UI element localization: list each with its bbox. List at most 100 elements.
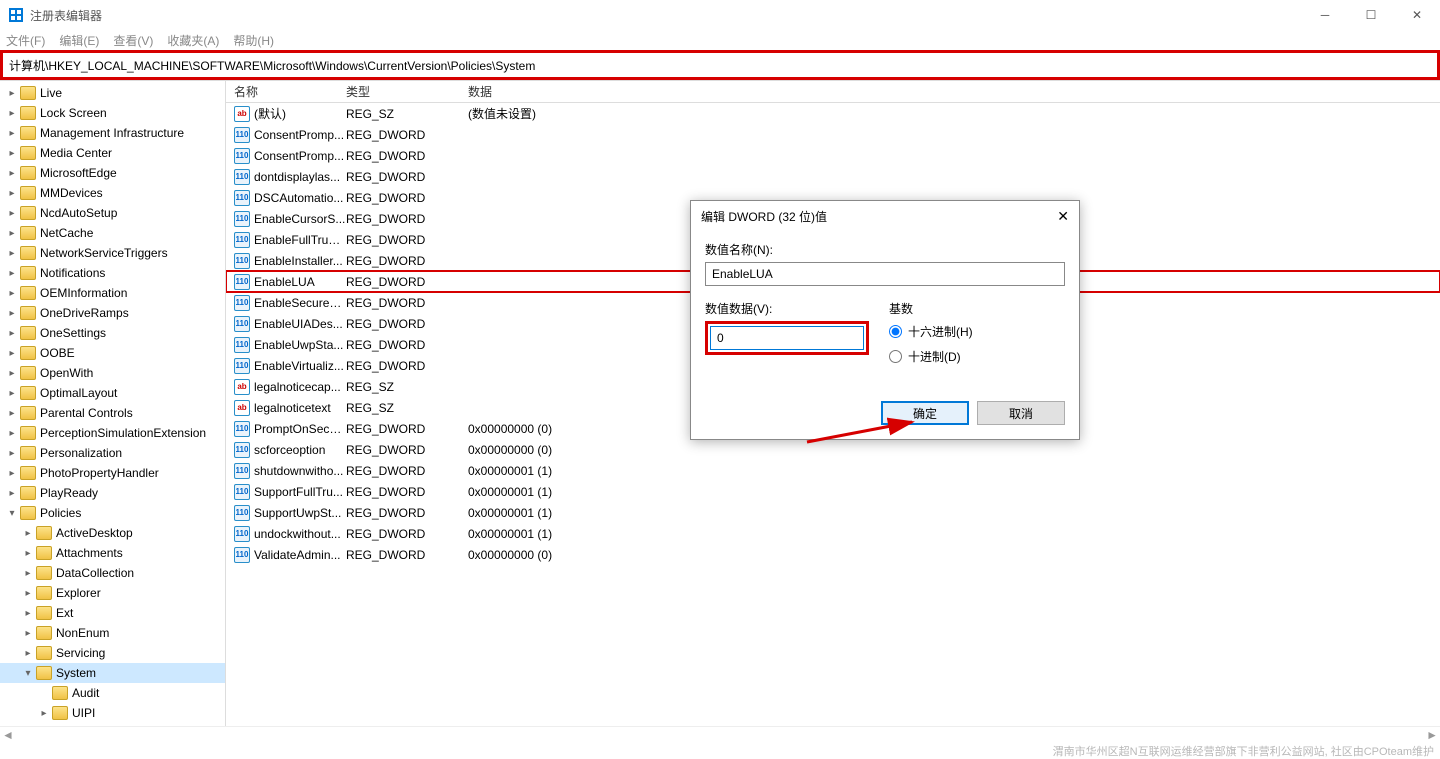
tree-item-networkservicetriggers[interactable]: ▸NetworkServiceTriggers <box>0 243 225 263</box>
chevron-icon[interactable]: ▸ <box>6 287 18 299</box>
chevron-icon[interactable]: ▸ <box>22 547 34 559</box>
chevron-icon[interactable]: ▸ <box>6 167 18 179</box>
chevron-icon[interactable]: ▸ <box>6 307 18 319</box>
close-button[interactable]: ✕ <box>1394 0 1440 30</box>
value-row[interactable]: 110ConsentPromp...REG_DWORD <box>226 124 1440 145</box>
tree-item-management-infrastructure[interactable]: ▸Management Infrastructure <box>0 123 225 143</box>
chevron-icon[interactable]: ▸ <box>6 107 18 119</box>
value-row[interactable]: 110ValidateAdmin...REG_DWORD0x00000000 (… <box>226 544 1440 565</box>
value-name-text: EnableSecureU... <box>254 296 346 310</box>
menu-view[interactable]: 查看(V) <box>113 32 153 49</box>
value-row[interactable]: 110ConsentPromp...REG_DWORD <box>226 145 1440 166</box>
tree-item-mmdevices[interactable]: ▸MMDevices <box>0 183 225 203</box>
value-row[interactable]: 110dontdisplaylas...REG_DWORD <box>226 166 1440 187</box>
tree-item-playready[interactable]: ▸PlayReady <box>0 483 225 503</box>
chevron-icon[interactable]: ▸ <box>6 347 18 359</box>
value-row[interactable]: 110SupportUwpSt...REG_DWORD0x00000001 (1… <box>226 502 1440 523</box>
tree-item-perceptionsimulationextension[interactable]: ▸PerceptionSimulationExtension <box>0 423 225 443</box>
chevron-icon[interactable]: ▸ <box>22 647 34 659</box>
tree-item-photopropertyhandler[interactable]: ▸PhotoPropertyHandler <box>0 463 225 483</box>
tree-item-ext[interactable]: ▸Ext <box>0 603 225 623</box>
tree-item-oeminformation[interactable]: ▸OEMInformation <box>0 283 225 303</box>
col-type[interactable]: 类型 <box>346 83 468 100</box>
chevron-icon[interactable]: ▸ <box>22 567 34 579</box>
value-row[interactable]: 110undockwithout...REG_DWORD0x00000001 (… <box>226 523 1440 544</box>
chevron-icon[interactable]: ▾ <box>6 507 18 519</box>
chevron-icon[interactable]: ▸ <box>22 607 34 619</box>
list-view[interactable]: 名称 类型 数据 ab(默认)REG_SZ(数值未设置)110ConsentPr… <box>226 81 1440 744</box>
value-data-cell: 0x00000001 (1) <box>468 464 1440 478</box>
tree-item-personalization[interactable]: ▸ Personalization <box>0 443 225 463</box>
tree-item-datacollection[interactable]: ▸DataCollection <box>0 563 225 583</box>
tree-item-audit[interactable]: Audit <box>0 683 225 703</box>
tree-item-uipi[interactable]: ▸UIPI <box>0 703 225 723</box>
value-row[interactable]: 110SupportFullTru...REG_DWORD0x00000001 … <box>226 481 1440 502</box>
menu-edit[interactable]: 编辑(E) <box>59 32 99 49</box>
tree-item-attachments[interactable]: ▸Attachments <box>0 543 225 563</box>
tree-item-lock-screen[interactable]: ▸Lock Screen <box>0 103 225 123</box>
tree-item-live[interactable]: ▸Live <box>0 83 225 103</box>
chevron-icon[interactable]: ▾ <box>22 667 34 679</box>
tree-item-media-center[interactable]: ▸Media Center <box>0 143 225 163</box>
tree-item-microsoftedge[interactable]: ▸MicrosoftEdge <box>0 163 225 183</box>
tree-item-system[interactable]: ▾System <box>0 663 225 683</box>
tree-item-activedesktop[interactable]: ▸ActiveDesktop <box>0 523 225 543</box>
cancel-button[interactable]: 取消 <box>977 401 1065 425</box>
dialog-titlebar[interactable]: 编辑 DWORD (32 位)值 ✕ <box>691 201 1079 231</box>
tree-item-onesettings[interactable]: ▸OneSettings <box>0 323 225 343</box>
chevron-icon[interactable]: ▸ <box>6 487 18 499</box>
col-name[interactable]: 名称 <box>226 83 346 100</box>
horizontal-scrollbar[interactable]: ◄ ► <box>0 726 1440 743</box>
chevron-icon[interactable]: ▸ <box>6 427 18 439</box>
chevron-icon[interactable]: ▸ <box>6 407 18 419</box>
tree-item-policies[interactable]: ▾Policies <box>0 503 225 523</box>
chevron-icon[interactable]: ▸ <box>6 467 18 479</box>
chevron-icon[interactable]: ▸ <box>22 627 34 639</box>
chevron-icon[interactable]: ▸ <box>22 527 34 539</box>
value-name-field[interactable]: EnableLUA <box>705 262 1065 286</box>
chevron-icon[interactable]: ▸ <box>22 587 34 599</box>
value-row[interactable]: 110scforceoptionREG_DWORD0x00000000 (0) <box>226 439 1440 460</box>
dialog-close-icon[interactable]: ✕ <box>1057 208 1069 225</box>
tree-item-parental-controls[interactable]: ▸Parental Controls <box>0 403 225 423</box>
menu-favorites[interactable]: 收藏夹(A) <box>167 32 219 49</box>
tree-item-ncdautosetup[interactable]: ▸NcdAutoSetup <box>0 203 225 223</box>
tree-item-netcache[interactable]: ▸NetCache <box>0 223 225 243</box>
chevron-icon[interactable] <box>38 687 50 699</box>
chevron-icon[interactable]: ▸ <box>6 127 18 139</box>
menu-file[interactable]: 文件(F) <box>6 32 45 49</box>
tree-item-nonenum[interactable]: ▸NonEnum <box>0 623 225 643</box>
radio-hex[interactable] <box>889 325 902 338</box>
chevron-icon[interactable]: ▸ <box>6 147 18 159</box>
chevron-icon[interactable]: ▸ <box>6 387 18 399</box>
chevron-icon[interactable]: ▸ <box>6 207 18 219</box>
chevron-icon[interactable]: ▸ <box>6 367 18 379</box>
addressbar[interactable]: 计算机\HKEY_LOCAL_MACHINE\SOFTWARE\Microsof… <box>3 53 1437 77</box>
tree-item-label: Personalization <box>40 446 122 460</box>
minimize-button[interactable]: ─ <box>1302 0 1348 30</box>
tree-item-notifications[interactable]: ▸Notifications <box>0 263 225 283</box>
value-data-input[interactable] <box>710 326 864 350</box>
radio-dec[interactable] <box>889 350 902 363</box>
chevron-icon[interactable]: ▸ <box>6 447 18 459</box>
chevron-icon[interactable]: ▸ <box>6 187 18 199</box>
chevron-icon[interactable]: ▸ <box>6 87 18 99</box>
maximize-button[interactable]: ☐ <box>1348 0 1394 30</box>
col-data[interactable]: 数据 <box>468 83 1440 100</box>
tree-item-servicing[interactable]: ▸Servicing <box>0 643 225 663</box>
menu-help[interactable]: 帮助(H) <box>233 32 274 49</box>
value-row[interactable]: ab(默认)REG_SZ(数值未设置) <box>226 103 1440 124</box>
chevron-icon[interactable]: ▸ <box>6 267 18 279</box>
tree-view[interactable]: ▸Live▸Lock Screen▸Management Infrastruct… <box>0 81 226 744</box>
chevron-icon[interactable]: ▸ <box>6 227 18 239</box>
tree-item-explorer[interactable]: ▸Explorer <box>0 583 225 603</box>
chevron-icon[interactable]: ▸ <box>6 327 18 339</box>
tree-item-openwith[interactable]: ▸OpenWith <box>0 363 225 383</box>
value-row[interactable]: 110shutdownwitho...REG_DWORD0x00000001 (… <box>226 460 1440 481</box>
tree-item-onedriveramps[interactable]: ▸OneDriveRamps <box>0 303 225 323</box>
chevron-icon[interactable]: ▸ <box>6 247 18 259</box>
tree-item-oobe[interactable]: ▸OOBE <box>0 343 225 363</box>
tree-item-optimallayout[interactable]: ▸OptimalLayout <box>0 383 225 403</box>
chevron-icon[interactable]: ▸ <box>38 707 50 719</box>
ok-button[interactable]: 确定 <box>881 401 969 425</box>
